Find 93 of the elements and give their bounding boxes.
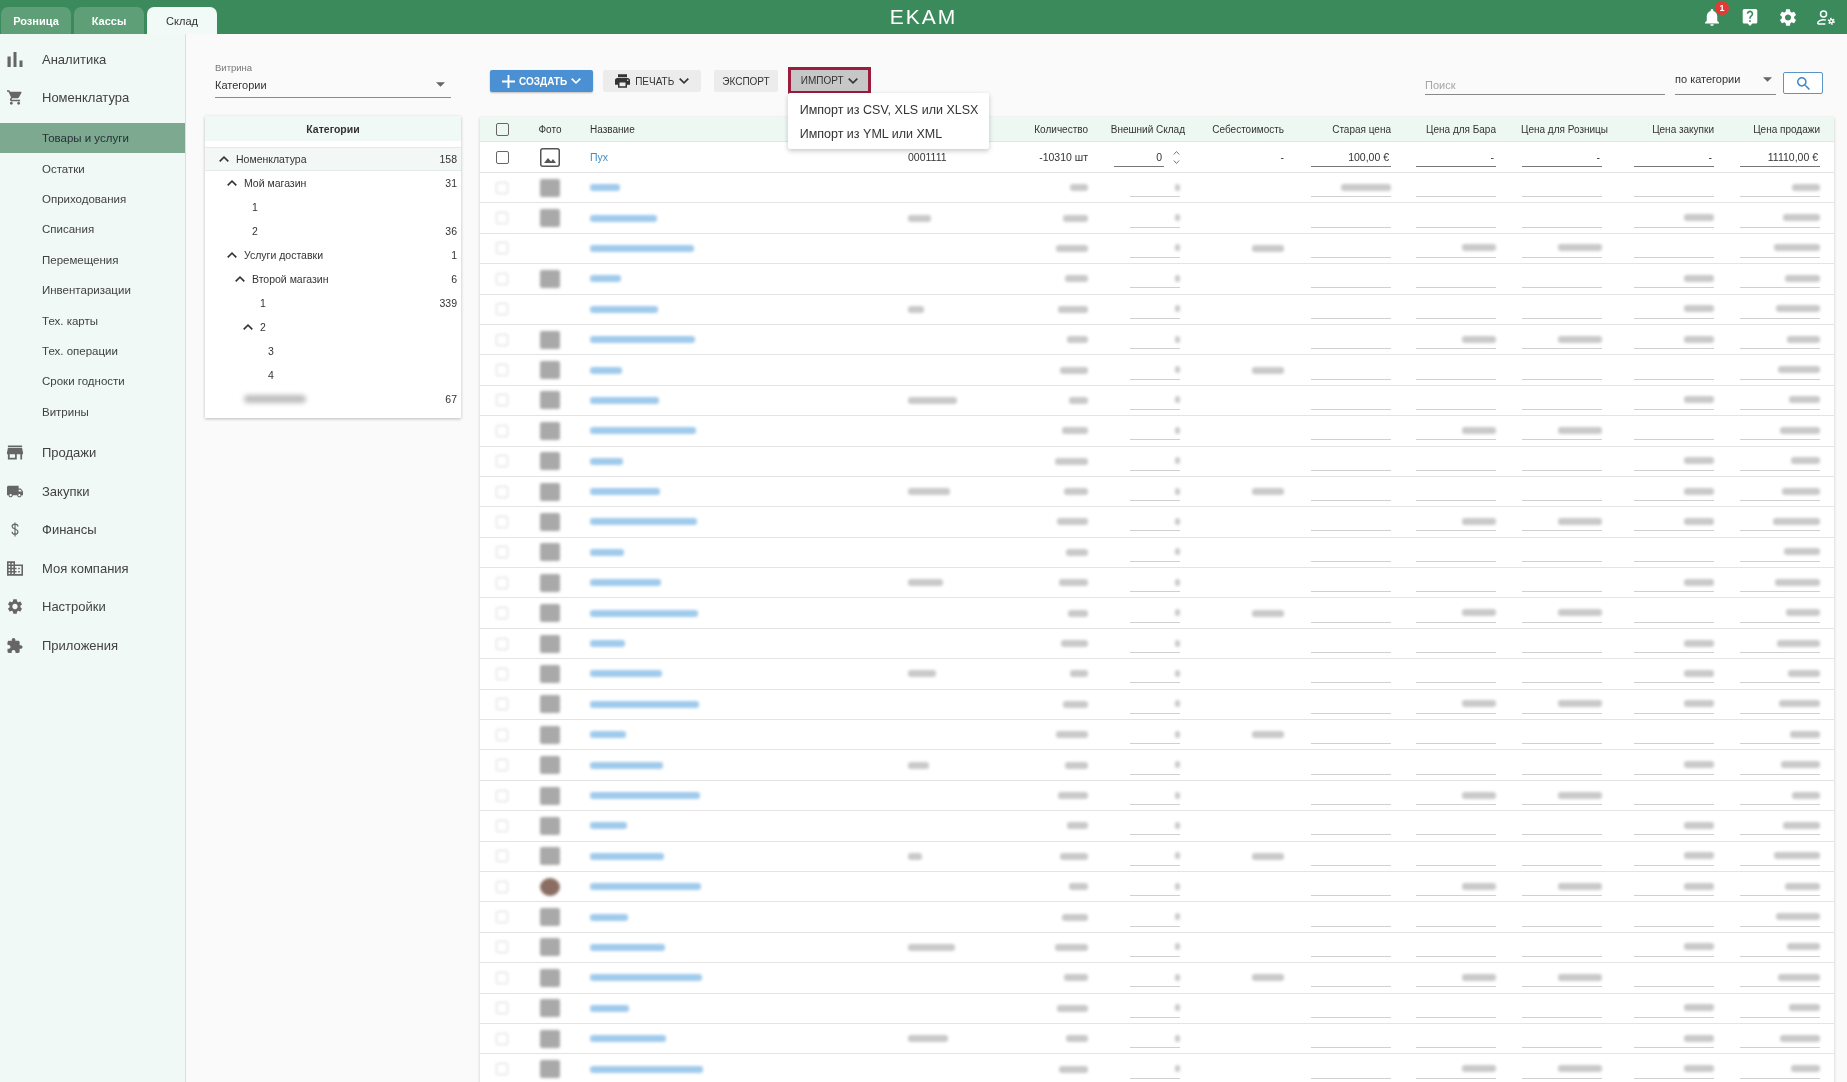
import-button[interactable]: ИМПОРТ — [787, 67, 871, 94]
menu-item[interactable]: Импорт из CSV, XLS или XLSX — [787, 98, 989, 122]
plus-icon — [502, 74, 515, 88]
bar-chart-icon — [7, 51, 23, 67]
number-field[interactable]: 0 — [1114, 147, 1164, 167]
search-button[interactable] — [1783, 72, 1823, 94]
spinner-icon[interactable] — [1173, 149, 1180, 165]
truck-icon — [7, 483, 23, 499]
sidebar-item[interactable]: Перемещения — [0, 244, 185, 275]
print-button[interactable]: ПЕЧАТЬ — [603, 70, 702, 92]
item-count: 158 — [439, 153, 457, 165]
price-field[interactable]: - — [1634, 147, 1714, 167]
category-item[interactable]: Второй магазин 6 — [205, 267, 461, 291]
category-item[interactable]: 2 36 — [205, 219, 461, 243]
sidebar-item[interactable]: Закупки — [0, 471, 185, 511]
item-count: 36 — [445, 225, 457, 237]
sidebar-item[interactable]: Витрины — [0, 396, 185, 427]
sidebar-item[interactable]: Тех. операции — [0, 335, 185, 367]
logo: EKAM — [889, 5, 958, 29]
item-count: 67 — [445, 393, 457, 405]
sidebar-item[interactable]: Инвентаризации — [0, 274, 185, 306]
search-field[interactable]: Поиск — [1425, 70, 1665, 95]
puzzle-icon — [7, 637, 23, 653]
product-link[interactable]: Пух — [590, 151, 609, 163]
tab[interactable]: Склад — [147, 7, 217, 34]
chevron-up-icon[interactable] — [227, 180, 237, 186]
menu-item[interactable]: Импорт из YML или XML — [787, 122, 989, 146]
price-field[interactable]: 11110,00 € — [1740, 147, 1820, 167]
export-button[interactable]: ЭКСПОРТ — [714, 70, 778, 92]
column-header: Количество — [1034, 123, 1088, 135]
category-item[interactable]: 2 — [205, 315, 461, 339]
column-header: Цена закупки — [1652, 123, 1714, 135]
store-icon — [7, 445, 23, 461]
sidebar-item[interactable]: Настройки — [0, 587, 185, 626]
printer-icon — [615, 74, 631, 88]
help-icon[interactable] — [1741, 8, 1759, 26]
category-item[interactable]: 3 — [205, 339, 461, 363]
notifications-icon[interactable] — [1703, 8, 1721, 26]
dropdown-arrow-icon — [1763, 76, 1772, 82]
sidebar-item[interactable]: Остатки — [0, 153, 185, 184]
category-item[interactable]: 67 — [205, 387, 461, 411]
sidebar-item[interactable]: Номенклатура — [0, 78, 185, 117]
column-header: Себестоимость — [1212, 123, 1284, 135]
sidebar-item[interactable]: Финансы — [0, 510, 185, 549]
cart-icon — [7, 90, 23, 106]
column-header: Старая цена — [1332, 123, 1391, 135]
notification-badge: 1 — [1715, 0, 1729, 15]
category-item[interactable]: Номенклатура 158 — [205, 147, 461, 171]
price-field[interactable]: 100,00 € — [1311, 147, 1391, 167]
sidebar-item[interactable]: Списания — [0, 214, 185, 245]
column-header: Название — [590, 123, 635, 135]
category-item[interactable]: 4 — [205, 363, 461, 387]
user-settings-icon[interactable] — [1817, 8, 1835, 26]
showcase-select[interactable]: Витрина Категории — [215, 61, 451, 98]
column-header: Цена продажи — [1753, 123, 1820, 135]
sidebar-item[interactable]: Продажи — [0, 433, 185, 472]
sidebar-item[interactable]: Аналитика — [0, 40, 185, 79]
category-item[interactable]: 1 — [205, 195, 461, 219]
building-icon — [7, 560, 23, 576]
category-item[interactable]: Мой магазин 31 — [205, 171, 461, 195]
category-item[interactable]: 1 339 — [205, 291, 461, 315]
item-count: 1 — [451, 249, 457, 261]
category-item[interactable]: Услуги доставки 1 — [205, 243, 461, 267]
sidebar-item[interactable]: Моя компания — [0, 548, 185, 588]
sidebar-item[interactable]: Сроки годности — [0, 366, 185, 397]
dropdown-arrow-icon — [436, 82, 445, 87]
chevron-up-icon[interactable] — [219, 156, 229, 162]
panel-title: Категории — [205, 116, 461, 141]
settings-icon[interactable] — [1779, 8, 1797, 26]
column-header: Фото — [538, 123, 562, 135]
settings-icon — [7, 599, 23, 615]
chevron-up-icon[interactable] — [235, 276, 245, 282]
table-cell: - — [1280, 151, 1284, 163]
chevron-up-icon[interactable] — [243, 324, 253, 330]
search-icon — [1796, 76, 1810, 90]
table-cell: -10310 шт — [1039, 151, 1088, 163]
item-count: 31 — [445, 177, 457, 189]
sidebar-item[interactable]: Товары и услуги — [0, 123, 185, 154]
sidebar-item[interactable]: Тех. карты — [0, 305, 185, 336]
column-header: Цена для Розницы — [1521, 123, 1608, 135]
filter-select[interactable]: по категории — [1675, 70, 1776, 95]
checkbox[interactable] — [495, 122, 509, 136]
price-field[interactable]: - — [1522, 147, 1602, 167]
checkbox[interactable] — [495, 150, 509, 164]
sidebar-item[interactable]: Приложения — [0, 625, 185, 665]
table-cell: 0001111 — [908, 151, 947, 163]
column-header: Внешний Склад — [1110, 123, 1185, 135]
item-count: 6 — [451, 273, 457, 285]
chevron-up-icon[interactable] — [227, 252, 237, 258]
sidebar-item[interactable]: Оприходования — [0, 183, 185, 215]
price-field[interactable]: - — [1416, 147, 1496, 167]
item-count: 339 — [439, 297, 457, 309]
column-header: Цена для Бара — [1426, 123, 1496, 135]
